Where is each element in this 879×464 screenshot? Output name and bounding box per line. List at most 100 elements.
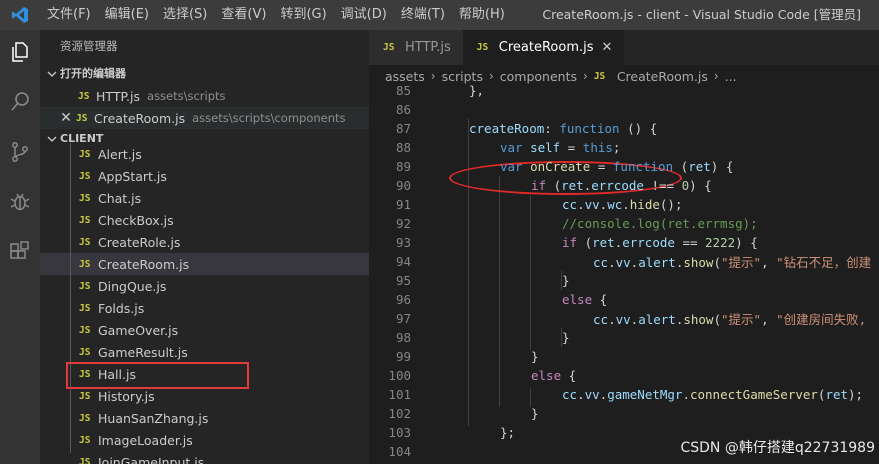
menu-go[interactable]: 转到(G) [273,0,333,30]
code-token: ret [561,178,584,193]
menu-edit[interactable]: 编辑(E) [98,0,156,30]
code-token: = [590,159,613,174]
file-tree: JS Alert.js JS AppStart.js JS Chat.js JS Che… [40,143,369,464]
file-item[interactable]: JS JoinGameInput.js [40,451,369,464]
code-line[interactable]: 102} [369,404,879,423]
menu-terminal[interactable]: 终端(T) [394,0,452,30]
code-line[interactable]: 93 if (ret.errcode == 2222) { [369,233,879,252]
menu-selection[interactable]: 选择(S) [156,0,214,30]
code-line[interactable]: 96 else { [369,290,879,309]
file-item[interactable]: JS CheckBox.js [40,209,369,231]
file-name: Hall.js [98,366,136,382]
menu-help[interactable]: 帮助(H) [452,0,512,30]
close-icon[interactable]: ✕ [56,110,76,126]
code-line[interactable]: 85}, [369,81,879,100]
code-text: cc.vv.wc.hide(); [562,197,682,212]
file-item[interactable]: JS ImageLoader.js [40,429,369,451]
search-icon[interactable] [0,80,40,124]
line-number: 101 [388,387,411,402]
code-line[interactable]: 87 createRoom: function () { [369,119,879,138]
code-token: ); [848,387,864,402]
file-item[interactable]: JS DingQue.js [40,275,369,297]
file-name: CreateRoom.js [98,256,190,272]
code-text: var onCreate = function (ret) { [500,159,733,174]
code-line[interactable]: 92 //console.log(ret.errmsg); [369,214,879,233]
code-token: ret [825,387,849,402]
code-line[interactable]: 94 cc.vv.alert.show("提示", "钻石不足，创建 [369,252,879,271]
file-item[interactable]: JS Alert.js [40,143,369,165]
code-token: ( [546,178,562,193]
code-line[interactable]: 100 else { [369,366,879,385]
code-line[interactable]: 89 var onCreate = function (ret) { [369,157,879,176]
code-line[interactable]: 86 [369,100,879,119]
extensions-icon[interactable] [0,230,40,274]
code-token: : [544,121,560,136]
code-text: createRoom: function () { [469,121,657,136]
code-line[interactable]: 90 if (ret.errcode !== 0) { [369,176,879,195]
code-line[interactable]: 95} [369,271,879,290]
line-number: 97 [395,311,411,326]
open-editor-path: assets\scripts\components [192,111,346,125]
code-token: cc [562,197,578,212]
file-name: Folds.js [98,300,145,316]
js-file-icon: JS [79,390,91,402]
code-line[interactable]: 101 cc.vv.gameNetMgr.connectGameServer(re… [369,385,879,404]
file-item[interactable]: JS Chat.js [40,187,369,209]
file-item[interactable]: JS History.js [40,385,369,407]
file-name: ImageLoader.js [98,432,193,448]
code-line[interactable]: 99} [369,347,879,366]
code-token: vv [584,387,600,402]
tab-http[interactable]: JS HTTP.js [369,30,463,65]
code-line[interactable]: 88 var self = this; [369,138,879,157]
code-line[interactable]: 98} [369,328,879,347]
js-file-icon: JS [593,70,606,82]
code-token: (); [659,197,683,212]
file-item[interactable]: JS CreateRole.js [40,231,369,253]
debug-icon[interactable] [0,180,40,224]
file-item[interactable]: JS HuanSanZhang.js [40,407,369,429]
code-token: alert [638,255,676,270]
tab-bar: JS HTTP.js JS CreateRoom.js ✕ [369,30,879,65]
open-editor-name: CreateRoom.js [94,110,186,126]
code-editor[interactable]: 85}, 86 87 createRoom: function () {88 var s… [369,81,879,464]
code-token: else [531,368,562,383]
tab-label: CreateRoom.js [498,40,594,55]
code-line[interactable]: 97 cc.vv.alert.show("提示", "创建房间失败, [369,309,879,328]
file-item[interactable]: JS Hall.js [40,363,369,385]
file-item[interactable]: JS Folds.js [40,297,369,319]
code-token: ) { [735,235,758,250]
code-token: } [531,349,539,364]
code-text: if (ret.errcode !== 0) { [531,178,712,193]
js-file-icon: JS [79,148,91,160]
code-token: cc [562,387,578,402]
line-number: 92 [395,216,411,231]
close-icon[interactable]: ✕ [602,40,613,55]
code-token: this [582,140,613,155]
menu-view[interactable]: 查看(V) [214,0,273,30]
code-token: "提示" [721,312,762,327]
editor-group: JS HTTP.js JS CreateRoom.js ✕ assets › s… [369,30,879,464]
code-token: ) { [710,159,734,174]
tab-createroom[interactable]: JS CreateRoom.js ✕ [462,30,625,65]
code-token: vv [615,312,631,327]
open-editor-name: HTTP.js [96,88,141,104]
open-editor-item-active[interactable]: ✕ JS CreateRoom.js assets\scripts\compon… [40,107,369,129]
file-name: GameResult.js [98,344,188,360]
line-number: 89 [395,159,411,174]
line-number: 93 [395,235,411,250]
source-control-icon[interactable] [0,130,40,174]
code-line[interactable]: 91 cc.vv.wc.hide(); [369,195,879,214]
file-name: JoinGameInput.js [98,454,205,464]
file-item[interactable]: JS GameResult.js [40,341,369,363]
menu-debug[interactable]: 调试(D) [334,0,394,30]
code-token: cc [593,255,609,270]
file-item[interactable]: JS GameOver.js [40,319,369,341]
open-editor-item[interactable]: JS HTTP.js assets\scripts [40,85,369,107]
menu-file[interactable]: 文件(F) [40,0,98,30]
file-item-selected[interactable]: JS CreateRoom.js [40,253,369,275]
open-editors-header[interactable]: 打开的编辑器 [40,63,369,85]
file-item[interactable]: JS AppStart.js [40,165,369,187]
explorer-icon[interactable] [0,30,40,74]
js-file-icon: JS [78,90,90,102]
code-token: "提示" [721,255,762,270]
